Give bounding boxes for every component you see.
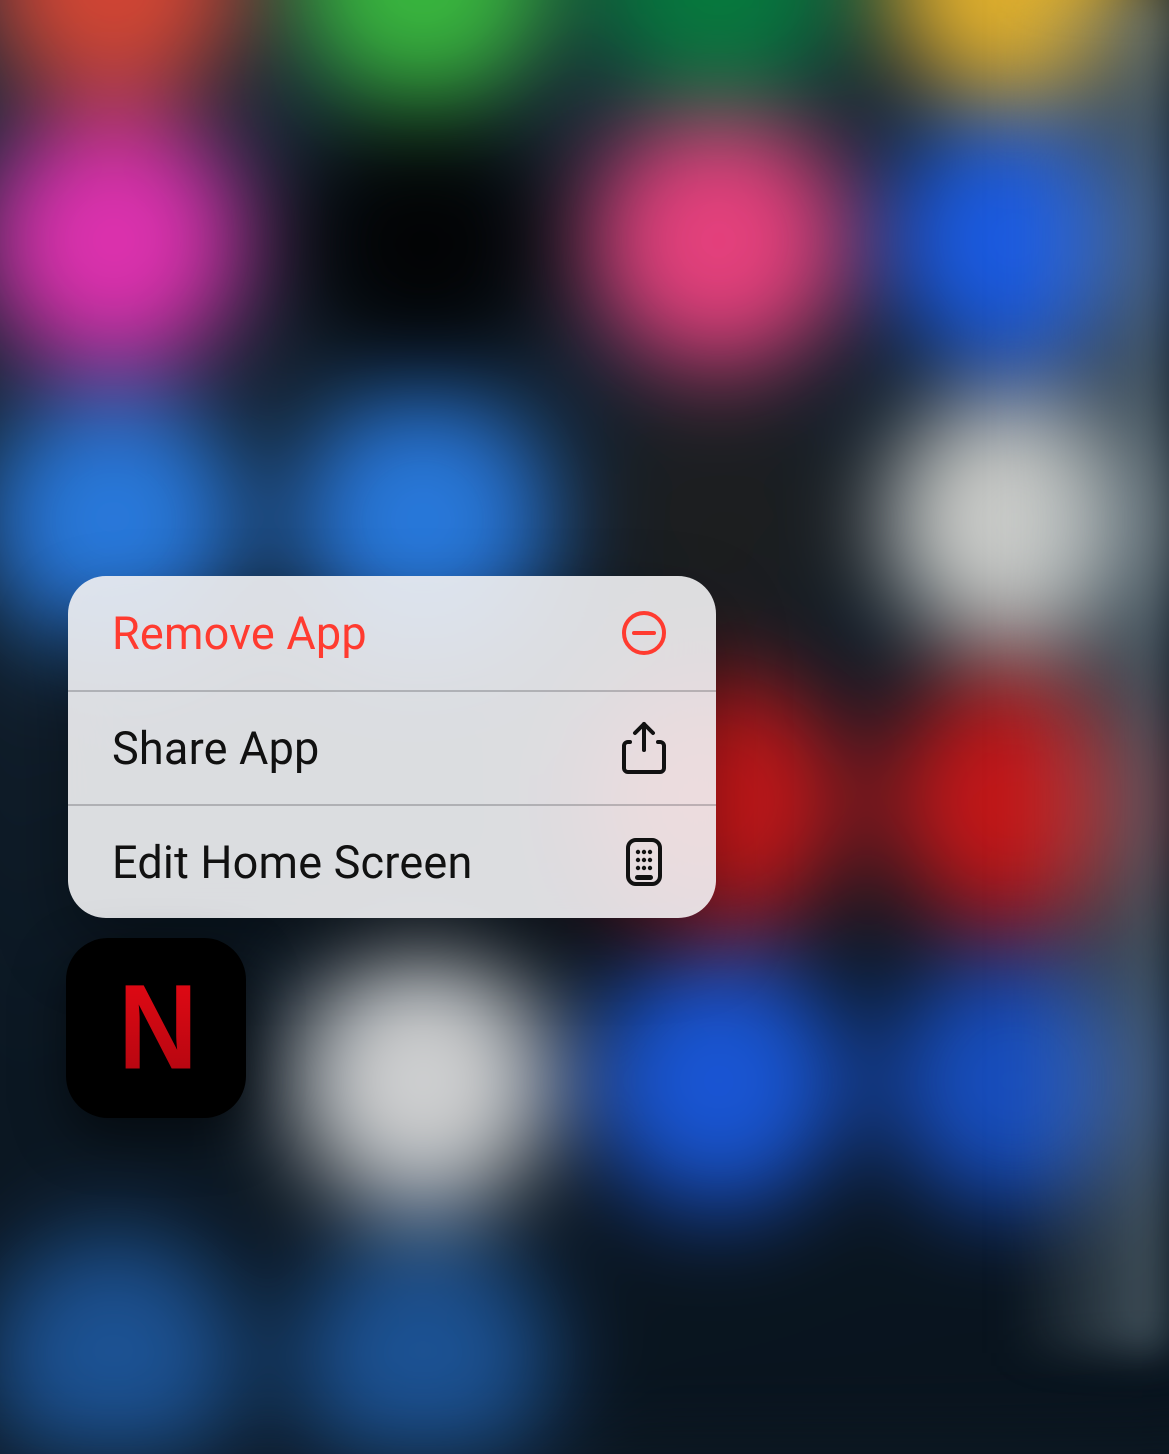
menu-item-share-app[interactable]: Share App <box>68 690 716 804</box>
menu-item-label: Remove App <box>112 607 367 660</box>
focused-app-icon-netflix[interactable]: N <box>66 938 246 1118</box>
apps-grid-icon <box>616 838 672 886</box>
minus-circle-icon <box>616 609 672 657</box>
menu-item-label: Edit Home Screen <box>112 836 473 889</box>
share-icon <box>616 720 672 776</box>
menu-item-remove-app[interactable]: Remove App <box>68 576 716 690</box>
menu-item-label: Share App <box>112 722 320 775</box>
menu-item-edit-home-screen[interactable]: Edit Home Screen <box>68 804 716 918</box>
app-icon-letter: N <box>118 968 193 1089</box>
screen-edge-light <box>1009 0 1169 1353</box>
app-context-menu: Remove App Share App Edit Home Screen <box>68 576 716 918</box>
